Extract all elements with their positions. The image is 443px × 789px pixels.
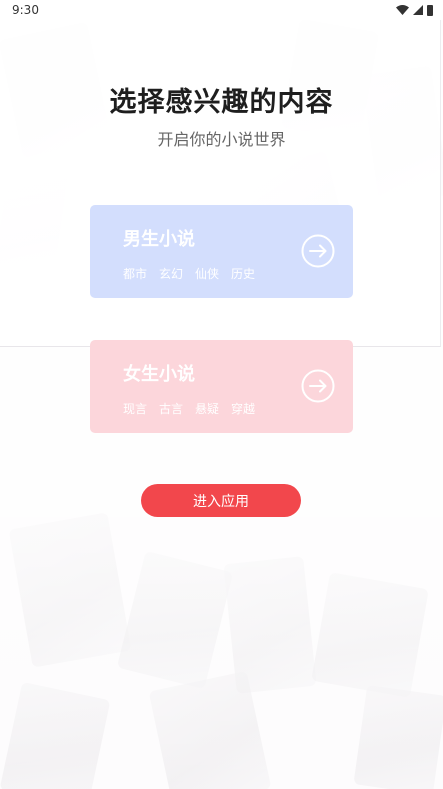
status-bar: 9:30 [0,0,443,20]
page-title: 选择感兴趣的内容 [109,87,334,118]
wifi-icon [396,5,409,15]
page-subtitle: 开启你的小说世界 [157,130,286,149]
male-card-title: 男生小说 [123,229,195,250]
male-novel-card[interactable]: 男生小说 都市 玄幻 仙侠 历史 [90,205,353,298]
female-novel-card[interactable]: 女生小说 现言 古言 悬疑 穿越 [90,340,353,433]
main-content: 选择感兴趣的内容 开启你的小说世界 男生小说 都市 玄幻 仙侠 历史 女生小说 … [0,0,443,789]
female-tag: 古言 [159,402,184,416]
status-time: 9:30 [12,3,39,17]
male-tag: 都市 [123,267,148,281]
arrow-right-circle-icon[interactable] [301,234,335,268]
male-card-tags: 都市 玄幻 仙侠 历史 [123,265,255,282]
signal-icon [413,5,423,15]
male-tag: 玄幻 [159,267,184,281]
male-tag: 历史 [231,267,256,281]
male-tag: 仙侠 [195,267,220,281]
arrow-right-circle-icon[interactable] [301,369,335,403]
female-tag: 穿越 [231,402,256,416]
battery-icon [427,4,433,16]
female-card-tags: 现言 古言 悬疑 穿越 [123,400,255,417]
enter-app-button[interactable]: 进入应用 [141,484,301,517]
female-tag: 现言 [123,402,148,416]
female-card-title: 女生小说 [123,364,195,385]
female-tag: 悬疑 [195,402,220,416]
status-icons [396,4,433,16]
